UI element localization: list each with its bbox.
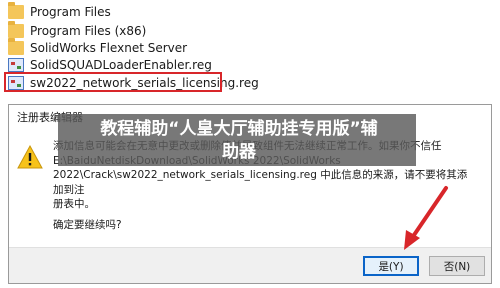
file-list: Program Files Program Files (x86) SolidW… — [0, 0, 500, 96]
file-item-program-files[interactable]: Program Files — [8, 1, 268, 21]
watermark-text: 教程辅助“人皇大厅辅助挂专用版”辅 助器 — [62, 118, 416, 164]
file-item-label: Program Files — [30, 4, 111, 19]
folder-icon — [8, 1, 24, 19]
selected-file-highlight — [4, 72, 222, 92]
file-item-label: SolidSQUADLoaderEnabler.reg — [30, 57, 212, 72]
watermark-line-1: 教程辅助“人皇大厅辅助挂专用版”辅 — [100, 119, 378, 139]
no-button[interactable]: 否(N) — [429, 256, 485, 276]
yes-button[interactable]: 是(Y) — [363, 256, 419, 276]
file-item-label: SolidWorks Flexnet Server — [30, 40, 188, 55]
folder-icon — [8, 37, 24, 55]
dialog-question: 确定要继续吗? — [53, 219, 122, 231]
dialog-button-bar: 是(Y) 否(N) — [9, 247, 491, 283]
watermark-line-2: 助器 — [222, 142, 256, 162]
folder-icon — [8, 20, 24, 38]
warning-icon — [17, 145, 43, 169]
file-item-label: Program Files (x86) — [30, 23, 147, 38]
registry-file-icon — [8, 57, 24, 72]
